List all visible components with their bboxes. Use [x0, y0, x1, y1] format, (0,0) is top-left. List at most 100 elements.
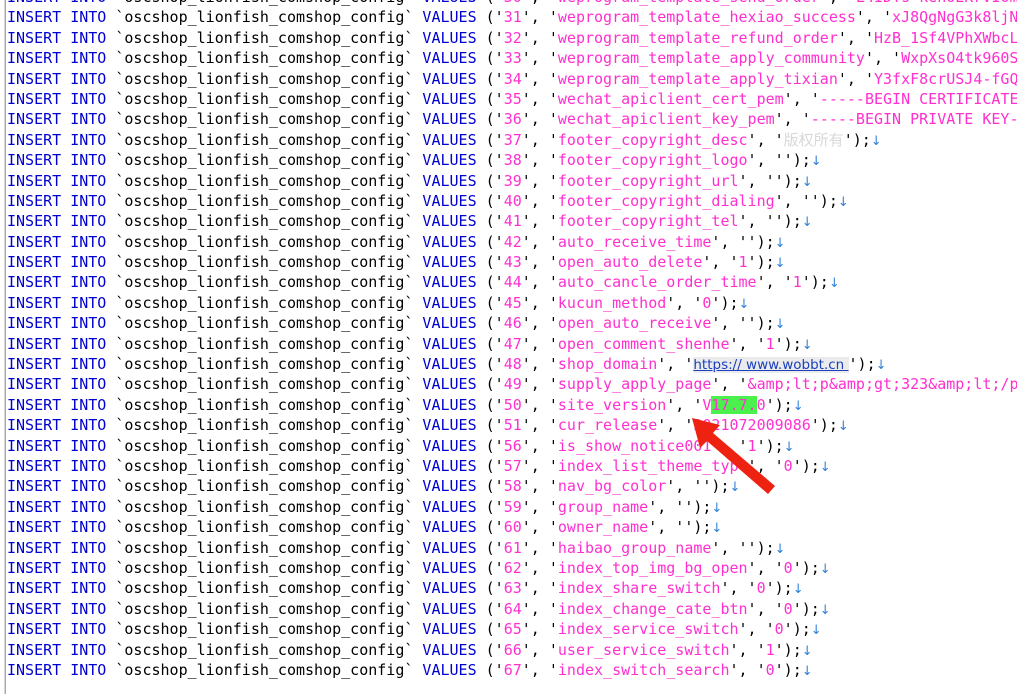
sql-value-row-id: 46 — [503, 314, 522, 333]
sql-keyword-insert-into: INSERT INTO — [7, 620, 116, 639]
sql-punct-open: (' — [485, 28, 504, 47]
sql-insert-line[interactable]: INSERT INTO `oscshop_lionfish_comshop_co… — [7, 599, 1017, 619]
sql-value-config-key: haibao_group_name — [557, 538, 712, 557]
sql-insert-line[interactable]: INSERT INTO `oscshop_lionfish_comshop_co… — [7, 558, 1017, 578]
sql-code-editor[interactable]: INSERT INTO `oscshop_lionfish_comshop_co… — [0, 0, 1017, 694]
sql-punct-sep: ', ' — [521, 497, 558, 516]
sql-value-row-id: 36 — [503, 110, 522, 129]
sql-insert-line[interactable]: INSERT INTO `oscshop_lionfish_comshop_co… — [7, 48, 1017, 68]
sql-punct-sep: ', ' — [521, 253, 558, 272]
sql-insert-line[interactable]: INSERT INTO `oscshop_lionfish_comshop_co… — [7, 313, 1017, 333]
sql-keyword-values: VALUES — [422, 497, 486, 516]
sql-value-config-key: cur_release — [557, 416, 658, 435]
sql-punct-sep: ', ' — [774, 110, 811, 129]
end-of-line-marker: ↓ — [792, 398, 804, 414]
sql-insert-line[interactable]: INSERT INTO `oscshop_lionfish_comshop_co… — [7, 252, 1017, 272]
sql-insert-line[interactable]: INSERT INTO `oscshop_lionfish_comshop_co… — [7, 334, 1017, 354]
sql-value-row-id: 34 — [503, 69, 522, 88]
sql-insert-line[interactable]: INSERT INTO `oscshop_lionfish_comshop_co… — [7, 436, 1017, 456]
sql-punct-sep: ', ' — [521, 538, 558, 557]
sql-insert-line[interactable]: INSERT INTO `oscshop_lionfish_comshop_co… — [7, 619, 1017, 639]
sql-keyword-values: VALUES — [422, 355, 486, 374]
sql-insert-line[interactable]: INSERT INTO `oscshop_lionfish_comshop_co… — [7, 109, 1017, 129]
sql-punct-open: (' — [485, 171, 504, 190]
sql-insert-line[interactable]: INSERT INTO `oscshop_lionfish_comshop_co… — [7, 497, 1017, 517]
sql-value-config-key: footer_copyright_dialing — [557, 191, 775, 210]
sql-punct-open: (' — [485, 538, 504, 557]
sql-insert-line[interactable]: INSERT INTO `oscshop_lionfish_comshop_co… — [7, 476, 1017, 496]
sql-table-name: `oscshop_lionfish_comshop_config` — [115, 477, 423, 496]
sql-insert-line[interactable]: INSERT INTO `oscshop_lionfish_comshop_co… — [7, 293, 1017, 313]
sql-keyword-insert-into: INSERT INTO — [7, 640, 116, 659]
sql-punct-close: '); — [848, 355, 876, 374]
sql-insert-line[interactable]: INSERT INTO `oscshop_lionfish_comshop_co… — [7, 538, 1017, 558]
sql-insert-line[interactable]: INSERT INTO `oscshop_lionfish_comshop_co… — [7, 7, 1017, 27]
sql-value-config-key: weprogram_template_refund_order — [557, 28, 838, 47]
end-of-line-marker: ↓ — [875, 358, 887, 374]
sql-insert-line[interactable]: INSERT INTO `oscshop_lionfish_comshop_co… — [7, 191, 1017, 211]
sql-insert-line[interactable]: INSERT INTO `oscshop_lionfish_comshop_co… — [7, 354, 1017, 374]
sql-value-config-key: index_service_switch — [557, 620, 739, 639]
sql-insert-line[interactable]: INSERT INTO `oscshop_lionfish_comshop_co… — [7, 395, 1017, 415]
sql-keyword-insert-into: INSERT INTO — [7, 558, 116, 577]
sql-punct-close: '); — [774, 334, 802, 353]
sql-keyword-values: VALUES — [422, 579, 486, 598]
sql-table-name: `oscshop_lionfish_comshop_config` — [115, 375, 423, 394]
sql-punct-sep: ', ' — [648, 518, 685, 537]
sql-table-name: `oscshop_lionfish_comshop_config` — [115, 253, 423, 272]
sql-punct-sep: ', ' — [747, 558, 784, 577]
sql-insert-line[interactable]: INSERT INTO `oscshop_lionfish_comshop_co… — [7, 0, 1017, 7]
sql-table-name: `oscshop_lionfish_comshop_config` — [115, 89, 423, 108]
sql-value-config-value: L4IDTs-kenoEKrvIOma65v8yK-GwIISNYvkKnwa0 — [856, 0, 1017, 6]
sql-value-row-id: 56 — [503, 436, 522, 455]
sql-keyword-insert-into: INSERT INTO — [7, 191, 116, 210]
sql-keyword-values: VALUES — [422, 151, 486, 170]
sql-table-name: `oscshop_lionfish_comshop_config` — [115, 171, 423, 190]
sql-punct-sep: ', ' — [521, 640, 558, 659]
sql-punct-sep: ', ' — [729, 640, 766, 659]
sql-insert-line[interactable]: INSERT INTO `oscshop_lionfish_comshop_co… — [7, 517, 1017, 537]
sql-insert-line[interactable]: INSERT INTO `oscshop_lionfish_comshop_co… — [7, 578, 1017, 598]
sql-value-row-id: 48 — [503, 355, 522, 374]
sql-punct-close: '); — [783, 620, 811, 639]
sql-insert-line[interactable]: INSERT INTO `oscshop_lionfish_comshop_co… — [7, 456, 1017, 476]
sql-keyword-values: VALUES — [422, 8, 486, 27]
sql-value-row-id: 38 — [503, 151, 522, 170]
sql-insert-line[interactable]: INSERT INTO `oscshop_lionfish_comshop_co… — [7, 272, 1017, 292]
sql-value-row-id: 62 — [503, 558, 522, 577]
sql-insert-line[interactable]: INSERT INTO `oscshop_lionfish_comshop_co… — [7, 211, 1017, 231]
sql-insert-line[interactable]: INSERT INTO `oscshop_lionfish_comshop_co… — [7, 150, 1017, 170]
sql-keyword-insert-into: INSERT INTO — [7, 212, 116, 231]
sql-insert-line[interactable]: INSERT INTO `oscshop_lionfish_comshop_co… — [7, 171, 1017, 191]
sql-insert-line[interactable]: INSERT INTO `oscshop_lionfish_comshop_co… — [7, 640, 1017, 660]
sql-insert-line[interactable]: INSERT INTO `oscshop_lionfish_comshop_co… — [7, 374, 1017, 394]
sql-value-config-key: site_version — [557, 395, 667, 414]
sql-punct-open: (' — [485, 130, 504, 149]
shop-domain-link[interactable]: https:// www.wobbt.cn — [693, 357, 849, 374]
sql-insert-line[interactable]: INSERT INTO `oscshop_lionfish_comshop_co… — [7, 130, 1017, 150]
sql-insert-line[interactable]: INSERT INTO `oscshop_lionfish_comshop_co… — [7, 28, 1017, 48]
sql-punct-sep: ', ' — [521, 314, 558, 333]
sql-keyword-insert-into: INSERT INTO — [7, 232, 116, 251]
sql-value-row-id: 35 — [503, 89, 522, 108]
sql-value-config-key: kucun_method — [557, 293, 667, 312]
sql-table-name: `oscshop_lionfish_comshop_config` — [115, 232, 423, 251]
sql-value-config-key: footer_copyright_logo — [557, 151, 748, 170]
sql-insert-line[interactable]: INSERT INTO `oscshop_lionfish_comshop_co… — [7, 660, 1017, 680]
sql-value-config-key: footer_copyright_tel — [557, 212, 739, 231]
sql-insert-line[interactable]: INSERT INTO `oscshop_lionfish_comshop_co… — [7, 415, 1017, 435]
sql-keyword-values: VALUES — [422, 232, 486, 251]
sql-value-config-key: open_auto_delete — [557, 253, 703, 272]
sql-punct-sep: ', ' — [521, 273, 558, 292]
code-lines-container[interactable]: INSERT INTO `oscshop_lionfish_comshop_co… — [7, 0, 1017, 680]
sql-insert-line[interactable]: INSERT INTO `oscshop_lionfish_comshop_co… — [7, 232, 1017, 252]
sql-punct-open: (' — [485, 212, 504, 231]
sql-insert-line[interactable]: INSERT INTO `oscshop_lionfish_comshop_co… — [7, 89, 1017, 109]
sql-table-name: `oscshop_lionfish_comshop_config` — [115, 110, 423, 129]
sql-value-row-id: 43 — [503, 253, 522, 272]
sql-insert-line[interactable]: INSERT INTO `oscshop_lionfish_comshop_co… — [7, 69, 1017, 89]
sql-punct-sep: ', ' — [657, 416, 694, 435]
sql-value-config-value: -----BEGIN CERTIFICATE-----\r\nMIIEbjCCA… — [819, 89, 1017, 108]
sql-keyword-values: VALUES — [422, 314, 486, 333]
sql-value-row-id: 30 — [504, 0, 522, 6]
